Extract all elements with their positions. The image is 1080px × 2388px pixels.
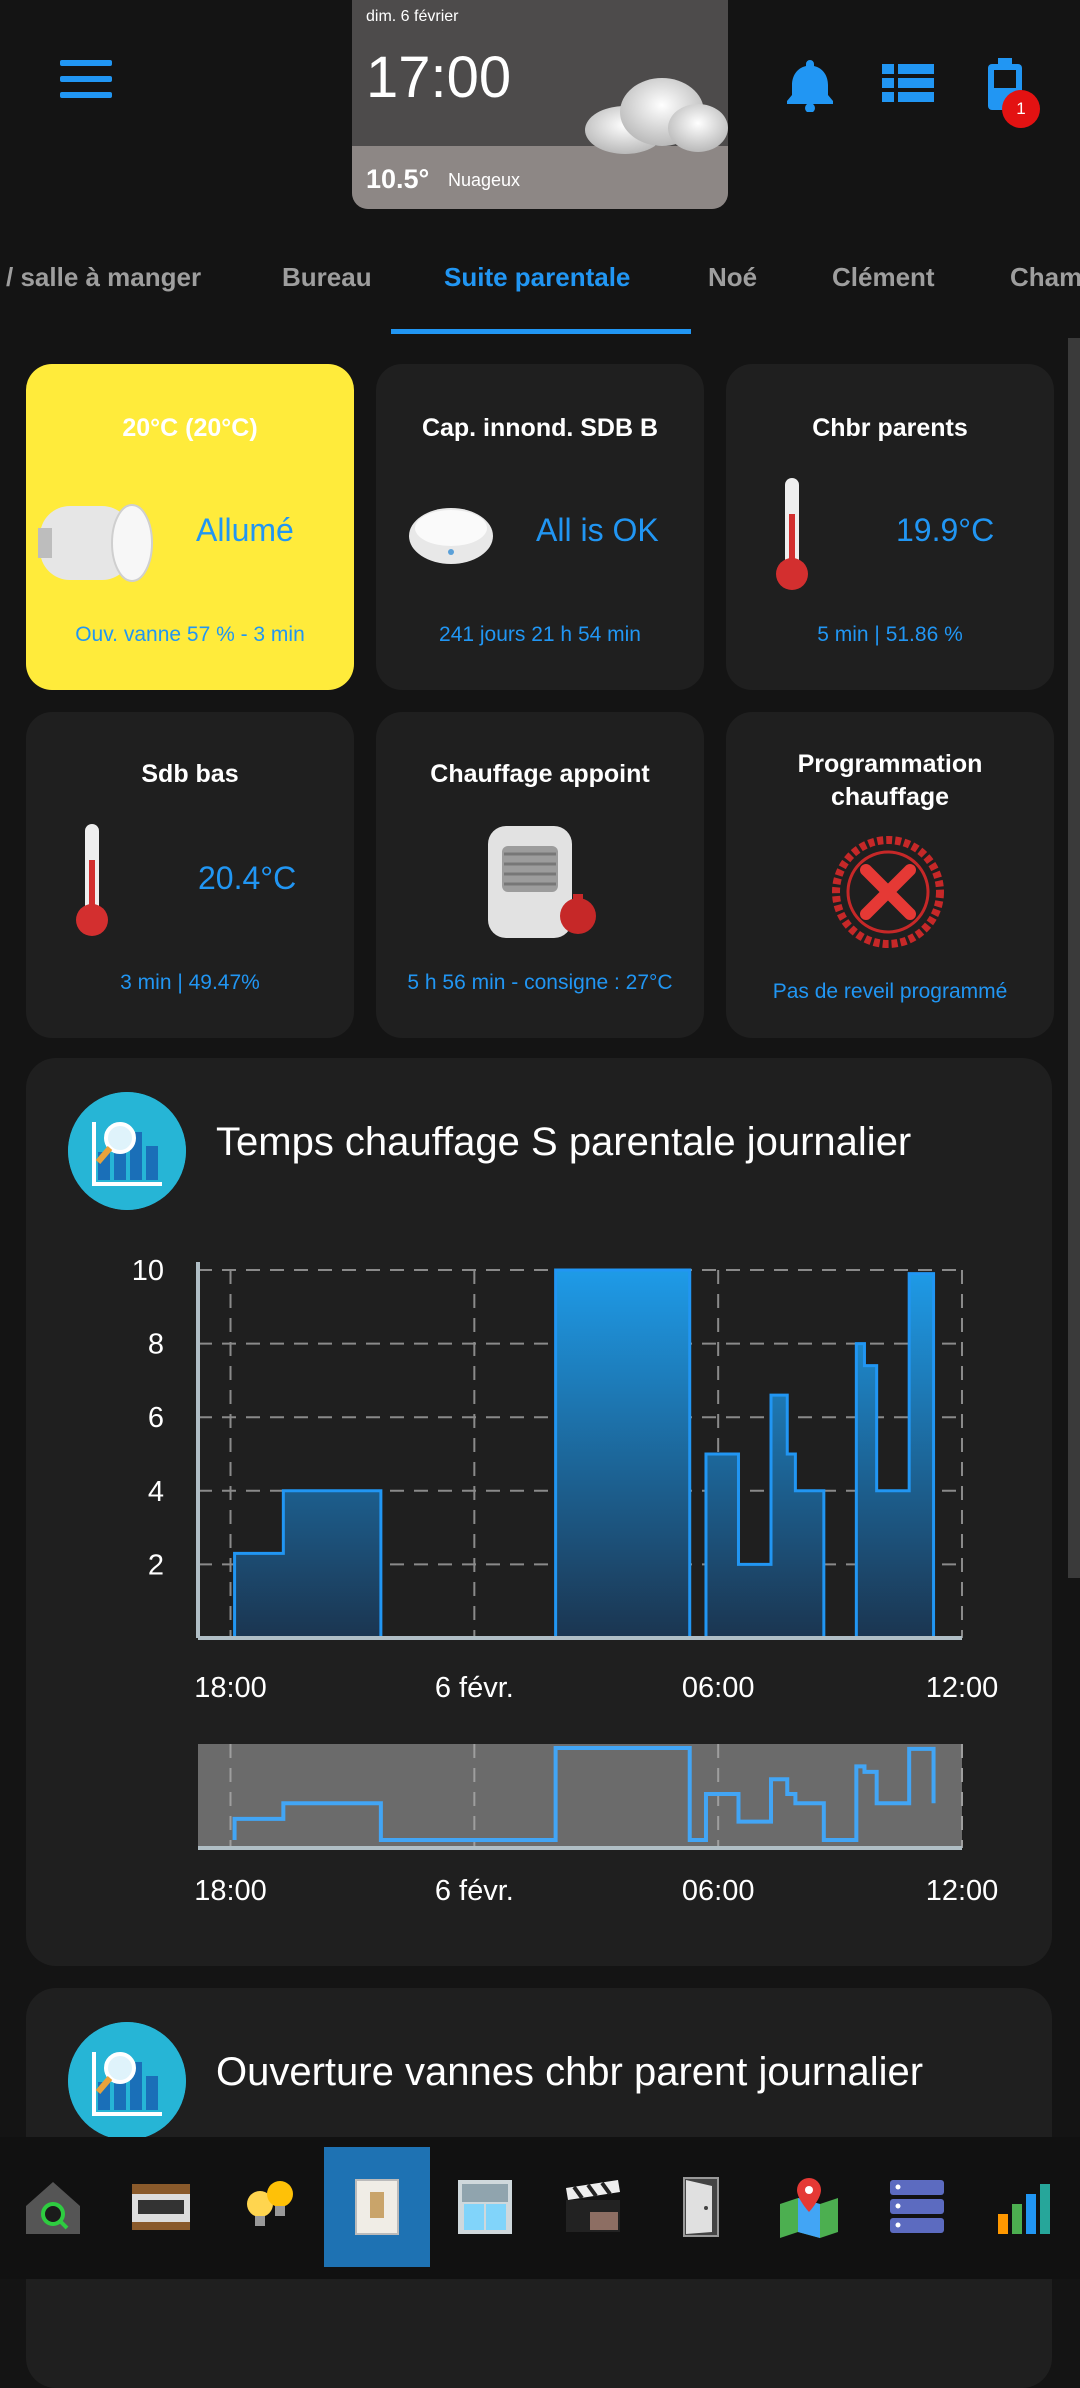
nav-statistics[interactable] — [972, 2147, 1078, 2267]
weather-widget[interactable]: dim. 6 février 17:00 10.5° Nuageux — [352, 0, 728, 209]
tab-bureau[interactable]: Bureau — [282, 262, 372, 293]
card-value: All is OK — [536, 512, 659, 548]
card-sdb-bas[interactable]: Sdb bas 20.4°C 3 min | 49.47% — [26, 712, 354, 1038]
y-tick-label: 6 — [148, 1402, 164, 1434]
nav-lights[interactable] — [216, 2147, 322, 2267]
nav-servers[interactable] — [864, 2147, 970, 2267]
heater-icon — [488, 826, 596, 938]
y-tick-label: 10 — [132, 1255, 164, 1287]
navigator-range-mask — [198, 1744, 962, 1848]
card-title: Sdb bas — [141, 760, 239, 788]
clapperboard-icon — [566, 2180, 620, 2232]
kitchen-icon — [132, 2184, 190, 2230]
tab-chambre[interactable]: Cham — [1010, 262, 1080, 293]
cloud-icon — [585, 78, 728, 154]
card-footer: 241 jours 21 h 54 min — [439, 623, 641, 646]
weather-time: 17:00 — [366, 45, 512, 110]
card-title: Programmation chauffage — [797, 750, 983, 811]
card-footer: 3 min | 49.47% — [120, 971, 260, 994]
flood-sensor-icon — [409, 508, 493, 564]
light-bulbs-icon — [247, 2181, 293, 2226]
battery-alert-badge: 1 — [1002, 90, 1040, 128]
nav-heating[interactable] — [324, 2147, 430, 2267]
card-chbr-parents[interactable]: Chbr parents 19.9°C 5 min | 51.86 % — [726, 364, 1054, 690]
tab-noe[interactable]: Noé — [708, 262, 757, 293]
navigator-x-tick-label: 18:00 — [194, 1875, 267, 1907]
x-tick-label: 06:00 — [682, 1672, 755, 1704]
chart-magnifier-icon — [68, 2022, 186, 2140]
card-footer: 5 h 56 min - consigne : 27°C — [407, 971, 673, 994]
red-cross-icon — [832, 836, 944, 948]
weather-temperature: 10.5° — [366, 164, 430, 194]
navigator-x-tick-label: 06:00 — [682, 1875, 755, 1907]
map-pin-icon — [780, 2178, 838, 2238]
y-tick-label: 4 — [148, 1476, 164, 1508]
card-chauffage-appoint[interactable]: Chauffage appoint 5 h 56 min - consigne … — [376, 712, 704, 1038]
card-footer: Pas de reveil programmé — [772, 980, 1008, 1003]
x-tick-label: 12:00 — [926, 1672, 999, 1704]
chart-navigator[interactable]: 18:00 6 févr. 06:00 12:00 — [0, 1730, 1080, 1910]
nav-media[interactable] — [540, 2147, 646, 2267]
card-value: 20.4°C — [198, 860, 297, 896]
card-footer: 5 min | 51.86 % — [817, 623, 963, 646]
card-title: Cap. innond. SDB B — [421, 414, 659, 442]
nav-home[interactable] — [0, 2147, 106, 2267]
card-footer: Ouv. vanne 57 % - 3 min — [75, 623, 305, 646]
graph-title: Ouverture vannes chbr parent journalier — [216, 2050, 924, 2094]
card-value: 19.9°C — [896, 512, 995, 548]
bell-icon[interactable] — [782, 56, 838, 112]
card-title: Chauffage appoint — [430, 760, 650, 788]
card-title: 20°C (20°C) — [122, 414, 258, 442]
thermometer-icon — [76, 824, 108, 936]
navigator-x-tick-label: 6 févr. — [435, 1875, 514, 1907]
tab-clement[interactable]: Clément — [832, 262, 935, 293]
tab-suite-parentale[interactable]: Suite parentale — [444, 262, 630, 293]
card-thermostat[interactable]: 20°C (20°C) Allumé Ouv. vanne 57 % - 3 m… — [26, 364, 354, 690]
graph-title: Temps chauffage S parentale journalier — [216, 1120, 912, 1164]
y-tick-label: 8 — [148, 1329, 164, 1361]
nav-doors[interactable] — [648, 2147, 754, 2267]
weather-date: dim. 6 février — [366, 8, 459, 25]
x-tick-label: 6 févr. — [435, 1672, 514, 1704]
chart-magnifier-icon — [68, 1092, 186, 1210]
thermostat-icon — [355, 2179, 399, 2235]
menu-icon[interactable] — [60, 60, 112, 102]
tab-salle-a-manger[interactable]: / salle à manger — [6, 262, 201, 293]
y-tick-label: 2 — [148, 1549, 164, 1581]
weather-condition: Nuageux — [448, 170, 521, 190]
nav-shutters[interactable] — [432, 2147, 538, 2267]
nav-kitchen[interactable] — [108, 2147, 214, 2267]
server-icon — [890, 2180, 944, 2233]
home-search-icon — [26, 2182, 80, 2234]
bar-chart-icon — [998, 2184, 1050, 2234]
active-tab-indicator — [391, 329, 691, 334]
door-icon — [683, 2177, 719, 2237]
heating-time-chart[interactable]: 2 4 6 8 10 18:00 6 févr. 06:00 12:00 — [0, 1230, 1080, 1710]
list-icon[interactable] — [880, 56, 936, 112]
nav-map[interactable] — [756, 2147, 862, 2267]
x-tick-label: 18:00 — [194, 1672, 267, 1704]
card-title: Chbr parents — [812, 414, 968, 442]
window-shutter-icon — [458, 2180, 512, 2234]
navigator-x-tick-label: 12:00 — [926, 1875, 999, 1907]
thermometer-icon — [776, 478, 808, 590]
card-value: Allumé — [196, 512, 294, 548]
card-flood-sensor[interactable]: Cap. innond. SDB B All is OK 241 jours 2… — [376, 364, 704, 690]
thermostatic-valve-icon — [38, 504, 153, 582]
heating-series-area — [233, 1268, 936, 1640]
card-programmation-chauffage[interactable]: Programmation chauffage Pas de reveil pr… — [726, 712, 1054, 1038]
